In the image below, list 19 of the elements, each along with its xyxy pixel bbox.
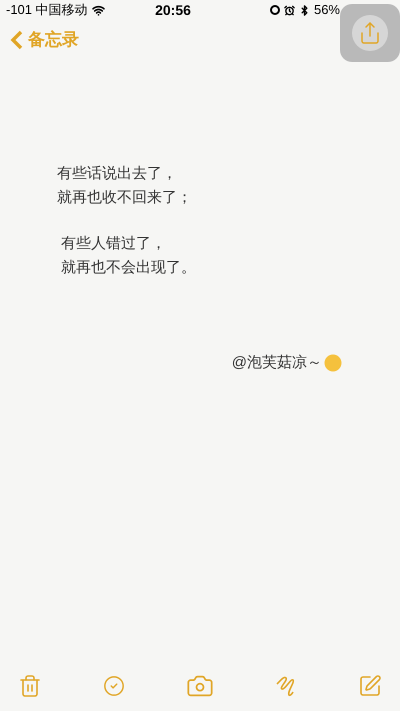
share-button[interactable]: [340, 4, 400, 62]
battery-text: 56%: [314, 1, 340, 20]
compose-icon[interactable]: [358, 674, 382, 698]
signature-text: @泡芙菇凉～: [232, 353, 322, 373]
emoji-icon: [324, 354, 342, 372]
checkmark-circle-icon[interactable]: [103, 675, 125, 697]
bluetooth-icon: [298, 4, 310, 16]
wifi-icon: [92, 4, 105, 16]
note-line: 有些话说出去了，: [57, 164, 178, 184]
note-line: 就再也收不回来了；: [57, 188, 193, 208]
note-line: 有些人错过了，: [61, 234, 167, 254]
back-button[interactable]: 备忘录: [10, 27, 79, 53]
alarm-icon: [284, 4, 295, 16]
carrier-text: -101 中国移动: [6, 1, 88, 20]
squiggle-icon[interactable]: [275, 674, 297, 698]
chevron-left-icon: [10, 30, 24, 50]
time-text: 20:56: [155, 0, 191, 20]
trash-icon[interactable]: [18, 674, 42, 698]
note-line: 就再也不会出现了。: [61, 258, 197, 278]
